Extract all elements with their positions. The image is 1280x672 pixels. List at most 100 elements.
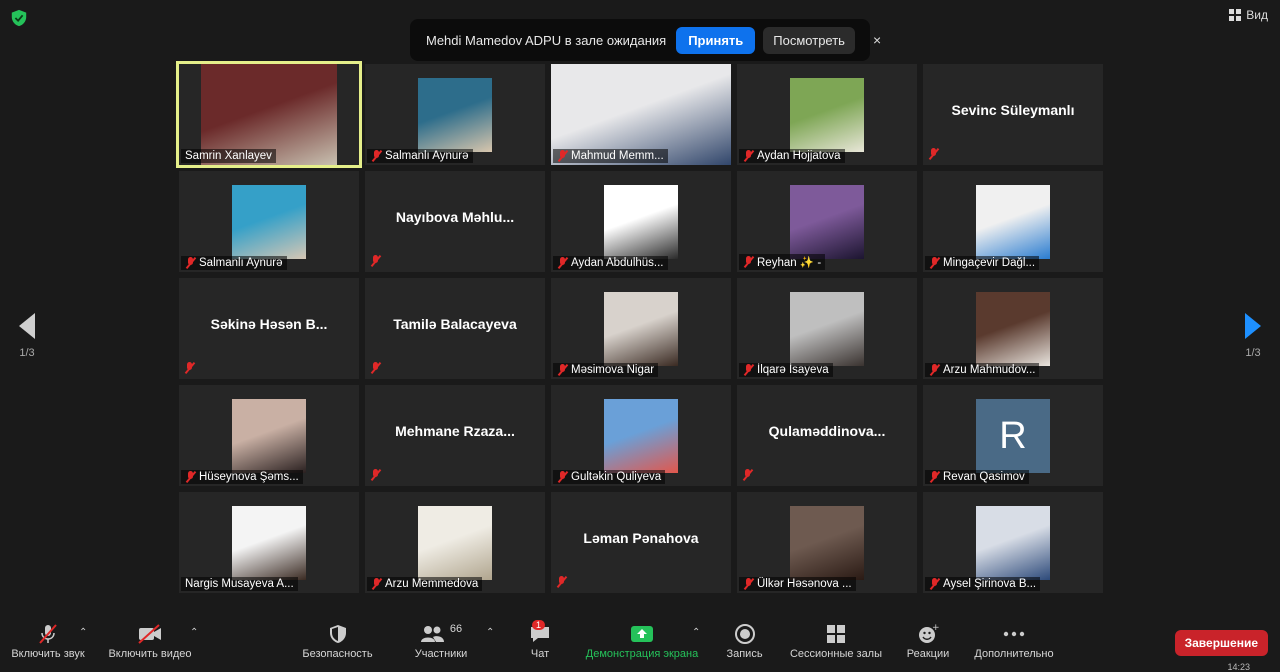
- participant-tile[interactable]: Salmanlı Aynurə: [365, 64, 545, 165]
- participant-name-label: Mahmud Memm...: [553, 149, 668, 163]
- svg-text:+: +: [932, 623, 939, 633]
- profile-picture: [790, 292, 864, 366]
- mic-muted-icon: [928, 148, 939, 160]
- previous-page-button[interactable]: 1/3: [12, 313, 42, 359]
- participant-tile[interactable]: Qulaməddinova...: [737, 385, 917, 486]
- share-options-chevron-icon[interactable]: ⌃: [692, 627, 700, 638]
- system-clock: 14:23: [1227, 662, 1250, 672]
- meeting-toolbar: Включить звук ⌃ Включить видео ⌃ Безопас…: [0, 609, 1280, 672]
- participant-name-label: Məsimova Nigar: [553, 363, 659, 377]
- record-label: Запись: [726, 648, 763, 660]
- admit-button[interactable]: Принять: [676, 26, 756, 54]
- unmute-label: Включить звук: [11, 648, 85, 660]
- participant-tile[interactable]: Səkinə Həsən B...: [179, 278, 359, 379]
- participant-name: Ülkər Həsənova ...: [757, 578, 852, 590]
- participant-tile[interactable]: Aydan Abdulhüs...: [551, 171, 731, 272]
- share-screen-button[interactable]: Демонстрация экрана: [582, 623, 702, 660]
- participant-name-label: Mingaçevir Dağl...: [925, 256, 1040, 270]
- mic-muted-icon: [370, 469, 381, 481]
- profile-picture: [790, 78, 864, 152]
- end-meeting-button[interactable]: Завершение: [1174, 630, 1268, 656]
- participant-tile[interactable]: Mingaçevir Dağl...: [923, 171, 1103, 272]
- participant-tile[interactable]: Reyhan ✨ -: [737, 171, 917, 272]
- profile-picture: [604, 185, 678, 259]
- participant-name: Salmanlı Aynurə: [385, 150, 469, 162]
- mic-muted-icon: [39, 624, 57, 644]
- participant-tile[interactable]: Sevinc Süleymanlı: [923, 64, 1103, 165]
- participants-count: 66: [449, 623, 463, 635]
- mic-muted-icon: [371, 150, 382, 162]
- participant-tile[interactable]: Nargis Musayeva A...: [179, 492, 359, 593]
- participant-name-label: Reyhan ✨ -: [739, 254, 826, 270]
- mic-muted-icon: [743, 578, 754, 590]
- participant-tile[interactable]: Arzu Memmedova: [365, 492, 545, 593]
- mic-muted-icon: [184, 362, 195, 374]
- participant-display-name: Sevinc Süleymanlı: [951, 102, 1075, 118]
- participants-button[interactable]: 66 Участники: [410, 623, 472, 660]
- share-screen-icon: [631, 626, 653, 642]
- participant-tile[interactable]: Mahmud Memm...: [551, 64, 731, 165]
- participant-tile[interactable]: Salmanlı Aynurə: [179, 171, 359, 272]
- participant-name-label: Aysel Şirinova B...: [925, 577, 1041, 591]
- gallery-grid: Samrin Xanlayev Salmanlı Aynurə Mahmud Mem…: [176, 61, 1103, 593]
- security-button[interactable]: Безопасность: [300, 623, 375, 660]
- next-page-button[interactable]: 1/3: [1238, 313, 1268, 359]
- profile-picture: [976, 185, 1050, 259]
- reactions-label: Реакции: [906, 648, 950, 660]
- record-button[interactable]: Запись: [722, 623, 767, 660]
- participant-display-name: Mehmane Rzaza...: [395, 423, 515, 439]
- profile-picture: [790, 185, 864, 259]
- participant-tile[interactable]: Hüseynova Şəms...: [179, 385, 359, 486]
- shield-icon: [329, 625, 346, 643]
- participant-name: Arzu Memmedova: [385, 578, 479, 590]
- participant-tile[interactable]: R Revan Qasimov: [923, 385, 1103, 486]
- participant-tile[interactable]: Mehmane Rzaza...: [365, 385, 545, 486]
- chat-label: Чат: [530, 648, 550, 660]
- start-video-button[interactable]: Включить видео: [106, 623, 194, 660]
- profile-picture: [604, 399, 678, 473]
- participant-tile[interactable]: Ləman Pənahova: [551, 492, 731, 593]
- participant-name: Revan Qasimov: [943, 471, 1025, 483]
- participant-tile[interactable]: Gultəkin Quliyeva: [551, 385, 731, 486]
- participant-tile[interactable]: Arzu Mahmudov...: [923, 278, 1103, 379]
- participant-tile[interactable]: İlqarə İsayeva: [737, 278, 917, 379]
- more-button[interactable]: Дополнительно: [970, 623, 1058, 660]
- profile-picture: [790, 506, 864, 580]
- participant-tile[interactable]: Məsimova Nigar: [551, 278, 731, 379]
- close-icon[interactable]: ×: [873, 32, 881, 48]
- mic-muted-icon: [742, 469, 753, 481]
- participant-tile[interactable]: Tamilə Balacayeva: [365, 278, 545, 379]
- start-video-label: Включить видео: [108, 648, 192, 660]
- participant-tile[interactable]: Samrin Xanlayev: [176, 61, 362, 168]
- participant-tile[interactable]: Ülkər Həsənova ...: [737, 492, 917, 593]
- reactions-button[interactable]: + Реакции: [903, 623, 953, 660]
- participants-icon: [420, 626, 444, 642]
- share-screen-label: Демонстрация экрана: [585, 648, 699, 660]
- participant-name: İlqarə İsayeva: [757, 364, 829, 376]
- chat-button[interactable]: 1 Чат: [522, 620, 558, 660]
- audio-options-chevron-icon[interactable]: ⌃: [79, 627, 87, 638]
- arrow-left-icon: [19, 313, 35, 339]
- mic-muted-icon: [370, 255, 381, 267]
- mic-muted-icon: [743, 364, 754, 376]
- shield-icon[interactable]: [10, 9, 28, 27]
- breakout-rooms-button[interactable]: Сессионные залы: [786, 623, 886, 660]
- video-options-chevron-icon[interactable]: ⌃: [190, 627, 198, 638]
- unmute-button[interactable]: Включить звук: [8, 623, 88, 660]
- view-button[interactable]: Вид: [1229, 8, 1268, 22]
- breakout-rooms-label: Сессионные залы: [789, 648, 883, 660]
- participant-tile[interactable]: Nayıbova Məhlu...: [365, 171, 545, 272]
- see-waiting-room-button[interactable]: Посмотреть: [763, 26, 855, 54]
- profile-picture: [418, 506, 492, 580]
- participant-tile[interactable]: Aydan Hojjatova: [737, 64, 917, 165]
- mic-muted-icon: [929, 364, 940, 376]
- participant-name: Mahmud Memm...: [571, 150, 664, 162]
- page-indicator-right: 1/3: [1245, 347, 1261, 359]
- participants-options-chevron-icon[interactable]: ⌃: [486, 627, 494, 638]
- mic-muted-icon: [557, 257, 568, 269]
- profile-picture: [232, 185, 306, 259]
- breakout-rooms-icon: [827, 625, 845, 643]
- more-dots-icon: [1003, 631, 1025, 637]
- participant-name: Aysel Şirinova B...: [943, 578, 1037, 590]
- participant-tile[interactable]: Aysel Şirinova B...: [923, 492, 1103, 593]
